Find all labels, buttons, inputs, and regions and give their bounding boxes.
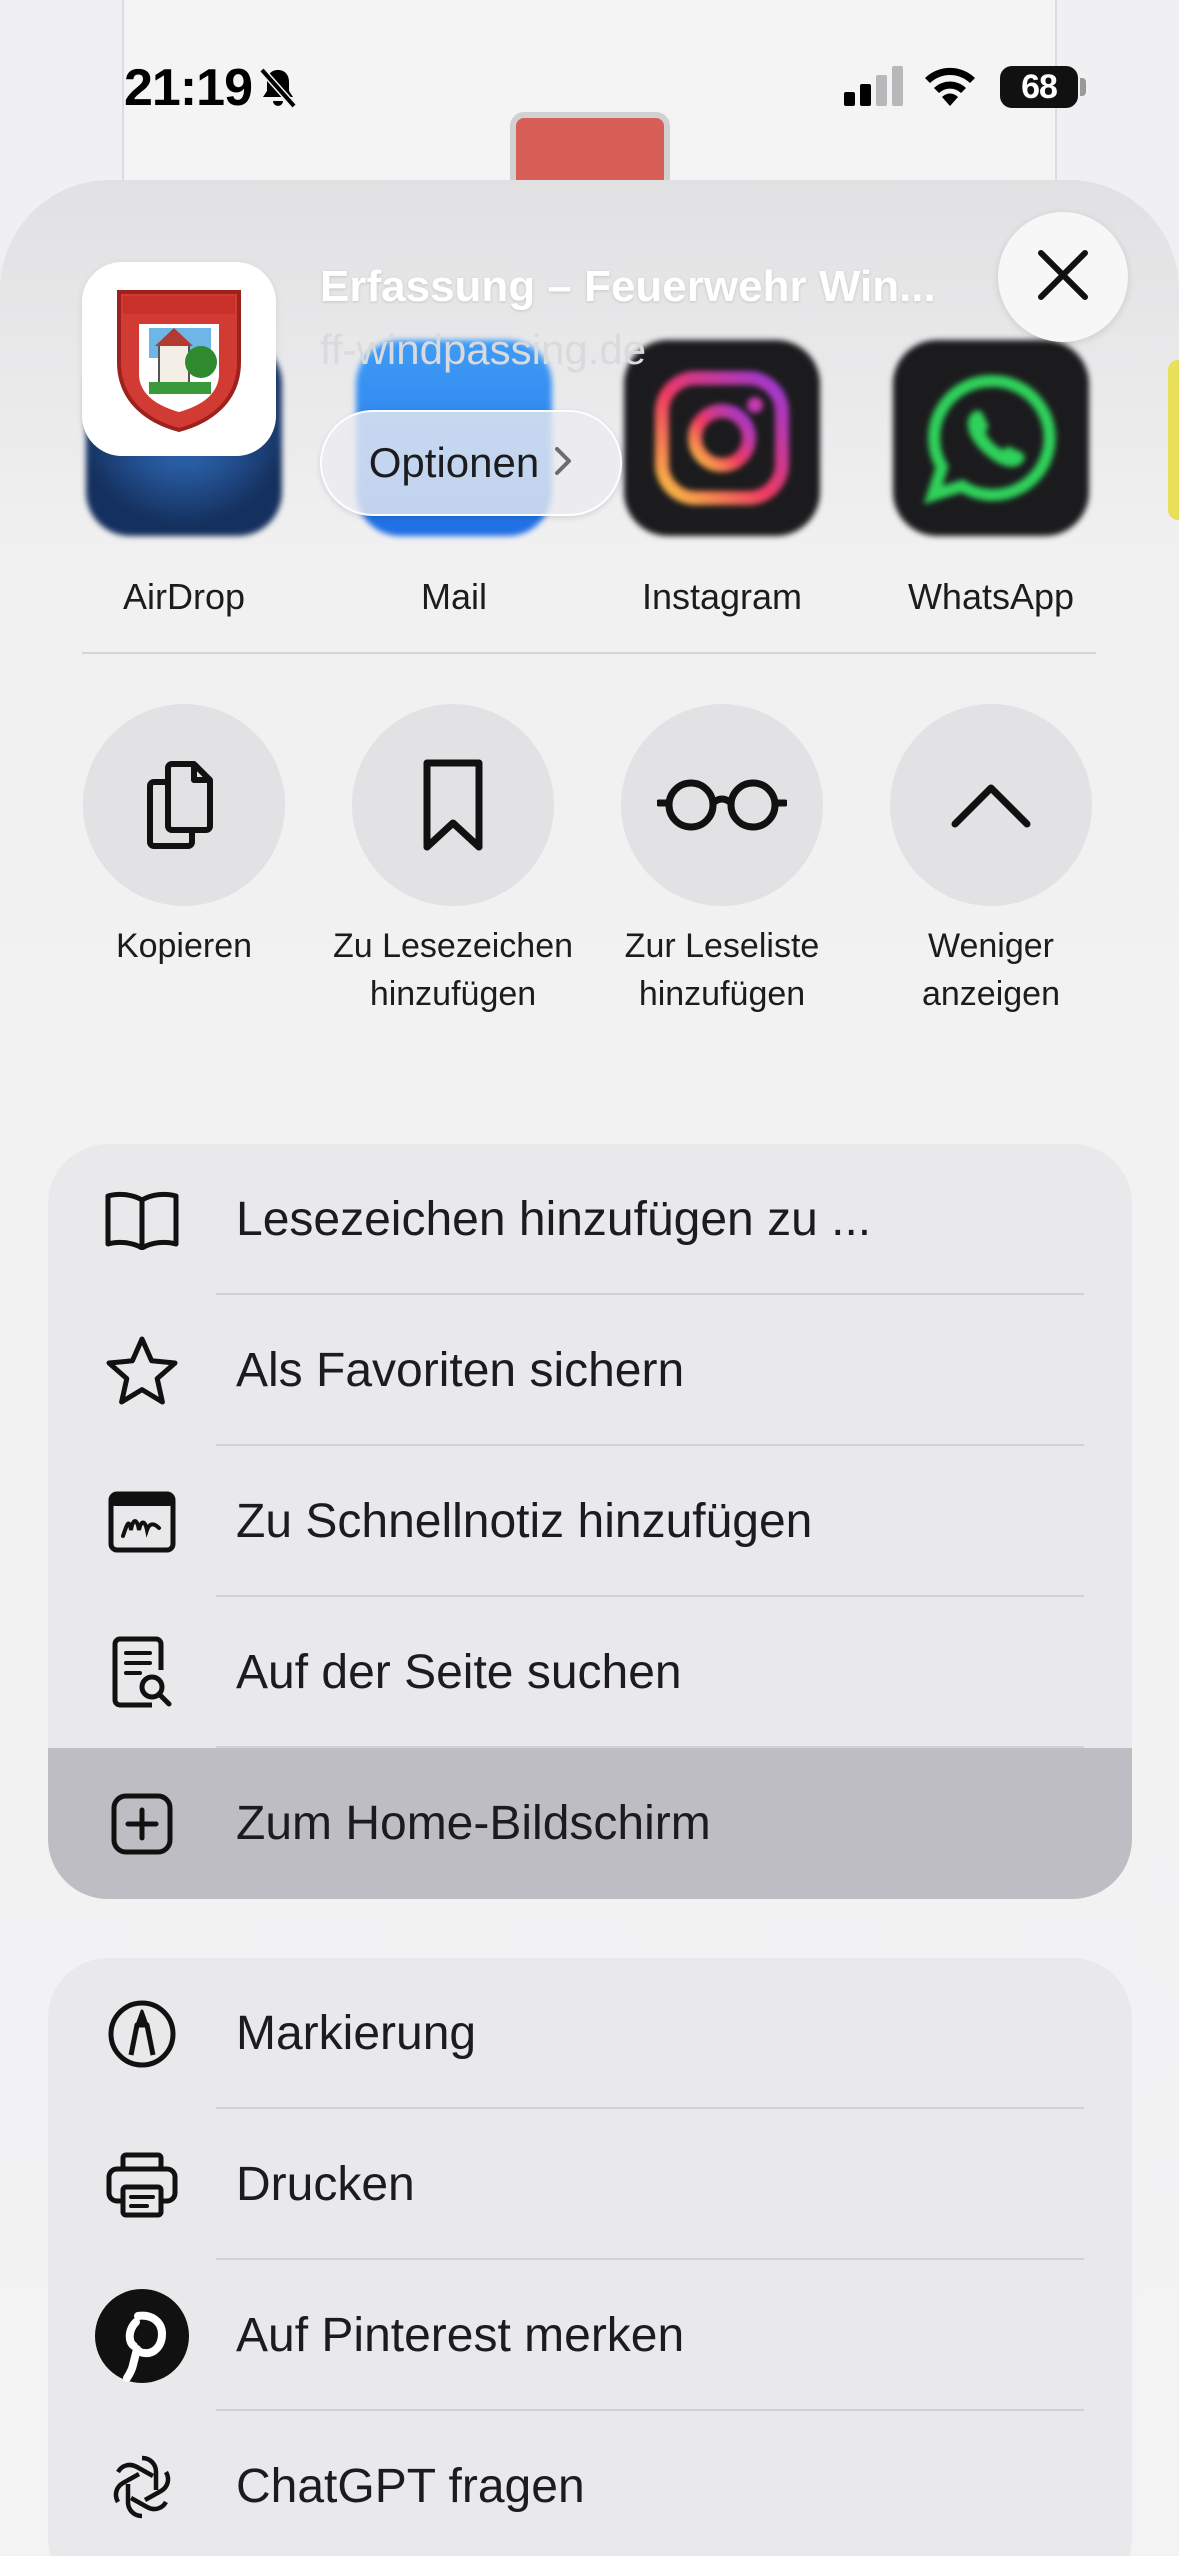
find-on-page-icon <box>82 1635 202 1711</box>
glasses-icon <box>621 704 823 906</box>
close-button[interactable] <box>998 212 1128 342</box>
menu-item-pinterest[interactable]: Auf Pinterest merken <box>48 2260 1132 2411</box>
app-whatsapp[interactable]: WhatsApp <box>891 340 1091 618</box>
menu-item-add-to-home-screen[interactable]: Zum Home-Bildschirm <box>48 1748 1132 1899</box>
cellular-signal-icon <box>844 66 906 111</box>
bookmark-icon <box>352 704 554 906</box>
pinterest-icon <box>82 2288 202 2384</box>
app-label: Instagram <box>641 576 803 617</box>
instagram-icon <box>624 340 820 536</box>
action-label: Zu Lesezeichen hinzufügen <box>332 927 574 1013</box>
menu-item-label: Als Favoriten sichern <box>236 1344 685 1397</box>
battery-cap <box>1080 78 1086 96</box>
menu-item-label: Lesezeichen hinzufügen zu ... <box>236 1193 872 1246</box>
status-bar: 21:19 68 <box>0 0 1179 170</box>
chevron-up-icon <box>890 704 1092 906</box>
menu-item-bookmark-to[interactable]: Lesezeichen hinzufügen zu ... <box>48 1144 1132 1295</box>
action-label: Zur Leseliste hinzufügen <box>624 927 820 1013</box>
close-icon <box>1035 247 1091 308</box>
status-time: 21:19 <box>124 59 253 117</box>
menu-item-label: Markierung <box>236 2007 477 2060</box>
menu-item-label: Auf Pinterest merken <box>236 2309 685 2362</box>
action-copy[interactable]: Kopieren <box>54 704 314 970</box>
wifi-icon <box>922 62 978 113</box>
printer-icon <box>82 2151 202 2219</box>
add-square-icon <box>82 1792 202 1856</box>
star-icon <box>82 1335 202 1407</box>
battery-indicator: 68 <box>1000 66 1078 108</box>
menu-item-label: Auf der Seite suchen <box>236 1646 682 1699</box>
silent-bell-icon <box>258 66 298 115</box>
menu-item-label: Zum Home-Bildschirm <box>236 1797 711 1850</box>
next-app-peek[interactable] <box>1168 360 1179 520</box>
app-label: Mail <box>420 576 487 617</box>
action-reading-list[interactable]: Zur Leseliste hinzufügen <box>592 704 852 1018</box>
action-label: Weniger anzeigen <box>921 927 1060 1013</box>
menu-item-label: ChatGPT fragen <box>236 2460 585 2513</box>
menu-group-extensions: Markierung Drucken Auf Pinterest merken … <box>48 1958 1132 2556</box>
share-url: ff-windpassing.de <box>320 326 647 373</box>
options-button[interactable]: Optionen <box>320 410 622 516</box>
section-divider <box>82 652 1096 654</box>
share-sheet-screen: 21:19 68 AirDrop Mail Instagram WhatsApp… <box>0 0 1179 2556</box>
copy-icon <box>83 704 285 906</box>
menu-item-add-favorite[interactable]: Als Favoriten sichern <box>48 1295 1132 1446</box>
whatsapp-icon <box>893 340 1089 536</box>
app-label: AirDrop <box>122 576 246 617</box>
chatgpt-icon <box>82 2450 202 2524</box>
share-title: Erfassung – Feuerwehr Win... <box>320 262 936 311</box>
markup-icon <box>82 1999 202 2069</box>
action-show-less[interactable]: Weniger anzeigen <box>861 704 1121 1018</box>
app-label: WhatsApp <box>907 576 1075 617</box>
menu-item-label: Drucken <box>236 2158 415 2211</box>
site-favicon <box>82 262 276 456</box>
menu-item-label: Zu Schnellnotiz hinzufügen <box>236 1495 813 1548</box>
chevron-right-icon <box>553 439 573 487</box>
action-label: Kopieren <box>115 927 253 965</box>
menu-item-markup[interactable]: Markierung <box>48 1958 1132 2109</box>
book-icon <box>82 1190 202 1250</box>
menu-group-safari-actions: Lesezeichen hinzufügen zu ... Als Favori… <box>48 1144 1132 1899</box>
menu-item-print[interactable]: Drucken <box>48 2109 1132 2260</box>
menu-item-quick-note[interactable]: Zu Schnellnotiz hinzufügen <box>48 1446 1132 1597</box>
app-instagram[interactable]: Instagram <box>622 340 822 618</box>
quick-note-icon <box>82 1490 202 1554</box>
action-add-bookmark[interactable]: Zu Lesezeichen hinzufügen <box>323 704 583 1018</box>
menu-item-chatgpt[interactable]: ChatGPT fragen <box>48 2411 1132 2556</box>
options-label: Optionen <box>368 439 540 486</box>
menu-item-find-on-page[interactable]: Auf der Seite suchen <box>48 1597 1132 1748</box>
